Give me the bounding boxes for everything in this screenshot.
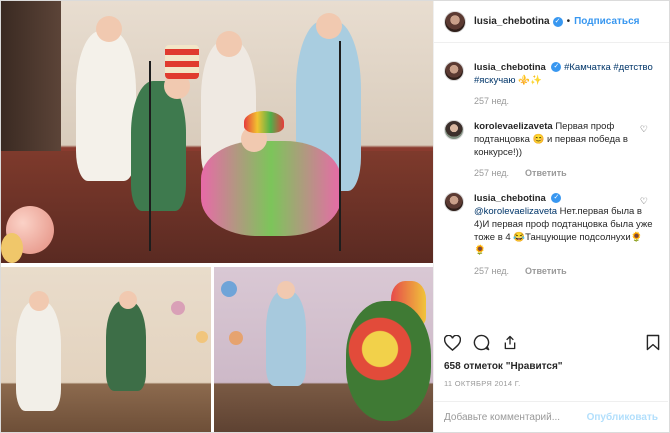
add-comment-input[interactable] xyxy=(444,411,587,423)
comment-age: 257 нед. xyxy=(474,266,510,276)
comment-username[interactable]: lusia_chebotina xyxy=(474,62,546,73)
follow-button[interactable]: Подписаться xyxy=(574,16,639,27)
verified-badge-icon: ✓ xyxy=(551,193,562,204)
photo-mic-stand xyxy=(149,61,151,251)
comment-like-heart-icon[interactable]: ♡ xyxy=(640,124,648,135)
photo-divider xyxy=(211,267,214,432)
post-photo[interactable] xyxy=(1,1,433,432)
reply-button[interactable]: Ответить xyxy=(525,266,567,276)
comment-age: 257 нед. xyxy=(474,96,510,106)
photo-kid-clown xyxy=(131,81,186,211)
photo-kid-head xyxy=(96,16,122,42)
photo-flower-bouquet xyxy=(346,301,431,421)
comments-list[interactable]: lusia_chebotina ✓ #Камчатка #детство #яс… xyxy=(434,49,668,321)
heart-icon[interactable] xyxy=(443,334,462,356)
post-date: 11 ОКТЯБРЯ 2014 Г. xyxy=(444,379,521,388)
avatar[interactable] xyxy=(444,61,464,81)
likes-count[interactable]: 658 отметок "Нравится" xyxy=(444,361,563,372)
photo-piano xyxy=(1,1,61,151)
photo-decoration xyxy=(229,331,243,345)
author-username[interactable]: lusia_chebotina xyxy=(474,16,550,27)
avatar[interactable] xyxy=(444,120,464,140)
photo-kid-jester-hat xyxy=(244,111,284,133)
comment-icon[interactable] xyxy=(473,334,490,356)
caption: lusia_chebotina ✓ #Камчатка #детство #яс… xyxy=(444,61,658,108)
comment-age: 257 нед. xyxy=(474,168,510,178)
photo-kid-clown xyxy=(106,301,146,391)
avatar[interactable] xyxy=(444,10,466,33)
photo-decoration xyxy=(221,281,237,297)
share-icon[interactable] xyxy=(502,334,518,356)
instagram-post: lusia_chebotina ✓ • Подписаться lusia_ch… xyxy=(0,0,670,433)
comment-username[interactable]: lusia_chebotina xyxy=(474,193,546,204)
comment-meta: 257 нед. xyxy=(474,95,654,108)
photo-kid-jester xyxy=(201,141,341,236)
comment-body: lusia_chebotina ✓ #Камчатка #детство #яс… xyxy=(474,61,654,108)
comment: korolevaelizaveta Первая проф подтанцовк… xyxy=(444,120,658,180)
comment-mention[interactable]: @korolevaelizaveta xyxy=(474,206,557,217)
avatar[interactable] xyxy=(444,192,464,212)
bookmark-icon[interactable] xyxy=(646,334,660,356)
photo-kid-white xyxy=(16,301,61,411)
comment-meta: 257 нед. Ответить xyxy=(474,167,654,180)
action-bar xyxy=(443,334,660,356)
photo-kid-head xyxy=(119,291,137,309)
photo-kid-white xyxy=(76,31,136,181)
photo-kid-blue xyxy=(266,291,306,386)
comment-meta: 257 нед. Ответить xyxy=(474,265,654,278)
photo-balloon xyxy=(1,233,23,263)
photo-kid-head xyxy=(277,281,295,299)
comment-body: korolevaelizaveta Первая проф подтанцовк… xyxy=(474,120,654,180)
comment-username[interactable]: korolevaelizaveta xyxy=(474,121,553,132)
reply-button[interactable]: Ответить xyxy=(525,168,567,178)
photo-kid-hat xyxy=(165,45,199,79)
photo-kid-head xyxy=(216,31,242,57)
post-header: lusia_chebotina ✓ • Подписаться xyxy=(434,1,669,43)
verified-badge-icon: ✓ xyxy=(551,62,562,73)
publish-button[interactable]: Опубликовать xyxy=(587,412,658,423)
header-separator: • xyxy=(566,16,571,27)
add-comment-bar: Опубликовать xyxy=(434,401,668,432)
photo-kid-head xyxy=(29,291,49,311)
photo-mic-stand xyxy=(339,41,341,251)
comment-body: lusia_chebotina ✓ @korolevaelizaveta Нет… xyxy=(474,192,654,278)
verified-badge-icon: ✓ xyxy=(552,16,563,27)
comment: lusia_chebotina ✓ @korolevaelizaveta Нет… xyxy=(444,192,658,278)
post-side-panel: lusia_chebotina ✓ • Подписаться lusia_ch… xyxy=(433,1,669,432)
photo-kid-head xyxy=(316,13,342,39)
comment-like-heart-icon[interactable]: ♡ xyxy=(640,196,648,207)
photo-decoration xyxy=(196,331,208,343)
photo-decoration xyxy=(171,301,185,315)
